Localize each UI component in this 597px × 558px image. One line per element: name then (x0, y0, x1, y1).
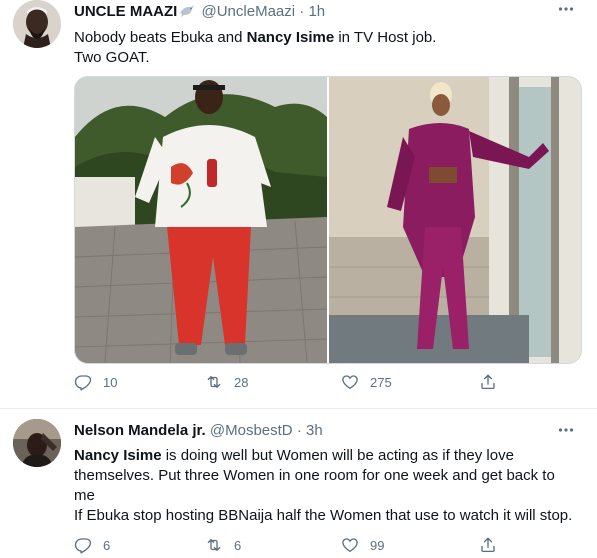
heart-icon (342, 538, 358, 553)
reply-icon (74, 375, 92, 391)
tweet-actions: 6 6 99 (74, 535, 504, 555)
tweet-text: Nancy Isime is doing well but Women will… (74, 446, 579, 506)
tweet-text-paragraph: If Ebuka stop hosting BBNaija half the W… (74, 507, 573, 524)
like-count: 275 (370, 374, 392, 390)
tweet[interactable]: Nelson Mandela jr. @MosbestD · 3h Nancy … (0, 409, 597, 558)
timestamp[interactable]: 1h (308, 3, 325, 20)
reply-icon (74, 538, 92, 554)
separator: · (299, 3, 305, 20)
tweet-header: Nelson Mandela jr. @MosbestD · 3h (74, 421, 323, 441)
share-icon (481, 374, 495, 390)
reply-button[interactable]: 10 (74, 372, 117, 392)
reply-button[interactable]: 6 (74, 535, 110, 555)
retweet-count: 28 (234, 374, 249, 390)
reply-count: 6 (103, 537, 111, 553)
more-options-icon[interactable] (557, 0, 575, 18)
tweet-text-part: Nobody beats Ebuka and (74, 29, 247, 46)
like-button[interactable]: 99 (341, 535, 384, 555)
handle[interactable]: @MosbestD (210, 422, 293, 439)
tweet-text: Nobody beats Ebuka and Nancy Isime in TV… (74, 28, 579, 68)
retweet-button[interactable]: 6 (205, 535, 241, 555)
retweet-button[interactable]: 28 (205, 372, 248, 392)
share-button[interactable] (479, 535, 508, 555)
retweet-icon (207, 376, 221, 388)
tweet-media (74, 76, 582, 364)
tweet[interactable]: UNCLE MAAZI @UncleMaazi · 1h Nobody beat… (0, 0, 597, 409)
handle[interactable]: @UncleMaazi (202, 3, 296, 20)
share-icon (481, 537, 495, 553)
share-button[interactable] (479, 372, 508, 392)
avatar[interactable] (13, 419, 61, 467)
timestamp[interactable]: 3h (306, 422, 323, 439)
tweet-text-bold: Nancy Isime (74, 447, 162, 464)
more-options-icon[interactable] (557, 421, 575, 439)
reply-count: 10 (103, 374, 118, 390)
tweet-text-line: Two GOAT. (74, 49, 150, 66)
like-count: 99 (370, 537, 385, 553)
tweet-header: UNCLE MAAZI @UncleMaazi · 1h (74, 2, 325, 22)
tweet-photo[interactable] (329, 77, 581, 363)
display-name[interactable]: Nelson Mandela jr. (74, 422, 206, 439)
heart-icon (342, 375, 358, 390)
retweet-icon (207, 539, 221, 551)
avatar[interactable] (13, 0, 61, 48)
tweet-text-part: in TV Host job. (334, 29, 437, 46)
like-button[interactable]: 275 (341, 372, 392, 392)
tweet-text-bold: Nancy Isime (246, 29, 335, 46)
tweet-actions: 10 28 275 (74, 372, 504, 392)
tweet-photo[interactable] (75, 77, 328, 363)
display-name[interactable]: UNCLE MAAZI (74, 3, 177, 20)
dove-icon (179, 4, 195, 24)
retweet-count: 6 (234, 537, 242, 553)
separator: · (296, 422, 302, 439)
